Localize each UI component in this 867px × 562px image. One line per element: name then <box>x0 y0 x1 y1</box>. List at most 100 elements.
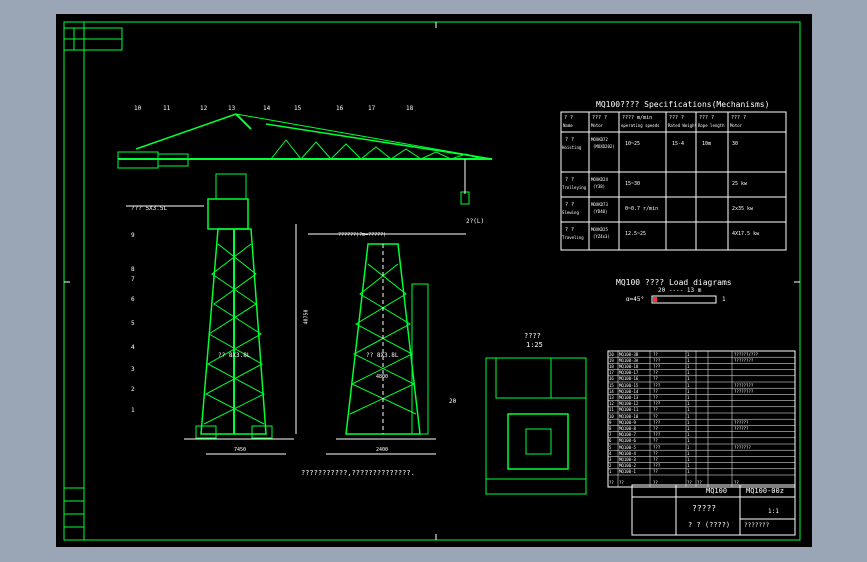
bom-cell: MQ100-11 <box>619 407 639 413</box>
bom-cell: ?? <box>653 376 658 382</box>
front-tower-label: ?? 8X3.8L <box>366 352 399 359</box>
plan-slewing-ring <box>507 413 569 470</box>
bom-cell: 1 <box>687 463 690 469</box>
bom-cell: ?????? <box>734 425 749 431</box>
bom-cell: MQ100-15 <box>619 382 639 388</box>
crane-side-view <box>117 113 493 455</box>
load-mid: 3 <box>678 296 682 303</box>
bom-cell: ?????? <box>734 419 749 425</box>
load-range: 20 ---- 13 m <box>658 287 702 294</box>
spec-header-sub: Name <box>563 123 573 128</box>
callout-number: 2 <box>131 386 135 393</box>
spec-cell-rope: 10m <box>702 141 712 147</box>
bom-cell: 11 <box>609 407 614 413</box>
bom-cell: 1 <box>687 432 690 438</box>
plan-outline <box>485 357 587 495</box>
bom-header: ?? <box>687 480 692 485</box>
drawing-canvas: MQ100???? Specifications(Mechanisms) MQ1… <box>56 14 812 547</box>
bom-cell: 1 <box>687 469 690 475</box>
spec-cell-power: 30 <box>732 141 739 147</box>
bom-cell: MQ100-18 <box>619 363 639 369</box>
spec-cell-motor: MOXKD25 <box>591 227 608 232</box>
bom-cell: 1 <box>687 444 690 450</box>
spec-cell-speed: 12.5~25 <box>625 231 647 237</box>
bom-cell: MQ100-5 <box>619 444 636 450</box>
bom-cell: 1 <box>687 425 690 431</box>
bom-cell: 2 <box>609 463 612 469</box>
bom-cell: 1 <box>687 438 690 444</box>
callout-number: 16 <box>336 105 344 112</box>
bom-cell: 18 <box>609 363 614 369</box>
bom-cell: ??????? <box>734 444 751 450</box>
spec-cell-motor2: (YD40) <box>593 209 608 214</box>
callout-number: 9 <box>131 232 135 239</box>
bom-cell: ??? <box>653 444 661 450</box>
bom-cell: 1 <box>609 469 612 475</box>
load-bar <box>651 295 717 304</box>
bom-cell: MQ100-3B <box>619 351 639 357</box>
tower-label: ?? 8X3.8L <box>218 352 251 359</box>
load-marker <box>653 297 657 302</box>
callout-number: 18 <box>406 105 414 112</box>
bom-cell: MQ100-9 <box>619 419 636 425</box>
plan-view <box>485 357 587 495</box>
bom-cell: 1 <box>687 363 690 369</box>
bom-cell: 13 <box>609 394 614 400</box>
bom-cell: MQ100-3A <box>619 357 639 363</box>
spec-cell-speed: 10~25 <box>625 141 641 147</box>
small-dim-2: 2400 <box>376 447 389 453</box>
bom-cell: MQ100-6 <box>619 438 636 444</box>
spec-cell-power: 25 kw <box>732 181 748 187</box>
spec-cell-name2: Slewing <box>562 210 579 215</box>
bom-cell: ?? <box>653 370 658 376</box>
callout-number: 8 <box>131 266 135 273</box>
spec-header-sub: Rated Weight <box>668 123 697 128</box>
bom-cell: 17 <box>609 370 614 376</box>
callout-number: 6 <box>131 296 135 303</box>
spec-cell-name: ? ? <box>565 202 575 208</box>
bom-cell: 10 <box>609 413 614 419</box>
callout-number: 3 <box>131 366 135 373</box>
spec-cell-weight: 15-4 <box>672 141 685 147</box>
bom-cell: 15 <box>609 382 614 388</box>
bom-cell: 1 <box>687 401 690 407</box>
spec-cell-name2: Traveling <box>562 235 584 240</box>
callout-number: 5 <box>131 320 135 327</box>
bom-header: ?? <box>697 480 702 485</box>
title-drawing-no: MQ100-00z <box>746 487 784 495</box>
front-lacing <box>350 263 417 415</box>
bom-cell: MQ100-4 <box>619 450 636 456</box>
bom-cell: ?? <box>653 438 658 444</box>
title-sheet: ? ? (????) <box>688 521 731 529</box>
bom-cell: 16 <box>609 376 614 382</box>
bom-cell: MQ100-8 <box>619 425 636 431</box>
callout-number: 4 <box>131 344 135 351</box>
bom-cell: ???????? <box>734 357 754 363</box>
bom-cell: ??? <box>653 382 661 388</box>
spec-cell-motor: MOXKD73 <box>591 202 608 207</box>
bom-cell: 1 <box>687 382 690 388</box>
bom-header: ?? <box>734 480 739 485</box>
bom-cell: 7 <box>609 432 612 438</box>
bom-cell: ???????? <box>734 388 754 394</box>
slewing-unit <box>215 173 247 200</box>
bom-cell: ?? <box>653 456 658 462</box>
callout-number: 10 <box>134 105 142 112</box>
general-notes: ???????????,??????????????. <box>301 469 415 477</box>
load-diagram-title: MQ100 ???? Load diagrams <box>616 278 732 287</box>
bom-cell: 1 <box>687 351 690 357</box>
height-label: 40750 <box>303 309 310 325</box>
bom-cell: ??????/??? <box>734 351 759 357</box>
bom-cell: ?? <box>653 407 658 413</box>
jib-radius-label: 2?(L) <box>466 218 485 225</box>
bom-cell: MQ100-13 <box>619 394 639 400</box>
bom-cell: 1 <box>687 456 690 462</box>
bom-cell: ??? <box>653 463 661 469</box>
bom-cell: MQ100-10 <box>619 413 639 419</box>
bom-cell: ??? <box>653 401 661 407</box>
load-left: α=45° <box>626 296 645 303</box>
callout-number: 13 <box>228 105 236 112</box>
bom-cell: ?? <box>653 394 658 400</box>
bom-cell: 1 <box>687 357 690 363</box>
title-code: MQ100 <box>706 487 728 495</box>
